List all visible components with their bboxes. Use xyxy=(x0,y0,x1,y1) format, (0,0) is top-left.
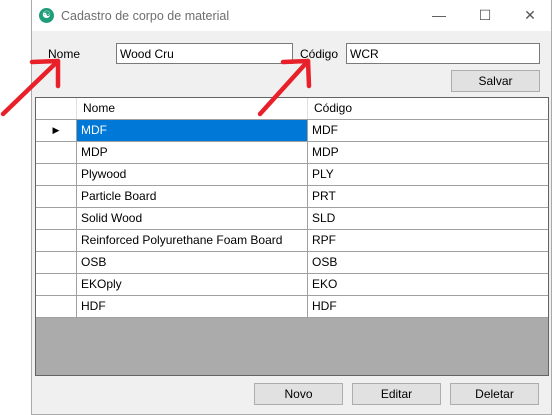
cell-code[interactable]: MDF xyxy=(308,120,548,142)
edit-button[interactable]: Editar xyxy=(352,383,441,405)
cell-name[interactable]: OSB xyxy=(77,252,308,274)
close-icon[interactable]: ✕ xyxy=(507,0,552,31)
cell-name[interactable]: Reinforced Polyurethane Foam Board xyxy=(77,230,308,252)
table-row[interactable]: ▶ MDF MDF xyxy=(36,120,548,142)
table-row[interactable]: Particle Board PRT xyxy=(36,186,548,208)
current-row-arrow-icon: ▶ xyxy=(36,120,77,142)
row-header[interactable] xyxy=(36,274,77,296)
row-header[interactable] xyxy=(36,296,77,318)
table-row[interactable]: MDP MDP xyxy=(36,142,548,164)
table-row[interactable]: Plywood PLY xyxy=(36,164,548,186)
row-header[interactable] xyxy=(36,252,77,274)
title-bar: ☯ Cadastro de corpo de material — ☐ ✕ xyxy=(32,0,551,31)
cell-code[interactable]: RPF xyxy=(308,230,548,252)
delete-button[interactable]: Deletar xyxy=(450,383,539,405)
name-field[interactable] xyxy=(116,43,293,64)
row-header[interactable] xyxy=(36,208,77,230)
cell-code[interactable]: OSB xyxy=(308,252,548,274)
column-header-code[interactable]: Código xyxy=(308,98,548,119)
cell-code[interactable]: HDF xyxy=(308,296,548,318)
row-header[interactable] xyxy=(36,230,77,252)
table-row[interactable]: Reinforced Polyurethane Foam Board RPF xyxy=(36,230,548,252)
window-title: Cadastro de corpo de material xyxy=(61,9,230,23)
materials-grid[interactable]: Nome Código ▶ MDF MDF MDP MDP Plywood PL… xyxy=(35,97,549,376)
code-field[interactable] xyxy=(346,43,540,64)
app-logo-icon: ☯ xyxy=(39,8,54,23)
cell-name[interactable]: Particle Board xyxy=(77,186,308,208)
cell-name[interactable]: Plywood xyxy=(77,164,308,186)
cell-name[interactable]: MDF xyxy=(77,120,308,142)
table-row[interactable]: HDF HDF xyxy=(36,296,548,318)
save-button[interactable]: Salvar xyxy=(451,70,540,92)
name-label: Nome xyxy=(48,47,81,61)
row-header[interactable] xyxy=(36,186,77,208)
table-row[interactable]: OSB OSB xyxy=(36,252,548,274)
new-button[interactable]: Novo xyxy=(254,383,343,405)
cell-code[interactable]: MDP xyxy=(308,142,548,164)
cell-name[interactable]: MDP xyxy=(77,142,308,164)
cell-name[interactable]: EKOply xyxy=(77,274,308,296)
code-label: Código xyxy=(300,47,339,61)
row-header[interactable] xyxy=(36,142,77,164)
table-row[interactable]: Solid Wood SLD xyxy=(36,208,548,230)
cell-code[interactable]: SLD xyxy=(308,208,548,230)
cell-name[interactable]: HDF xyxy=(77,296,308,318)
minimize-icon[interactable]: — xyxy=(416,0,462,31)
app-window: ☯ Cadastro de corpo de material — ☐ ✕ No… xyxy=(31,0,552,415)
table-row[interactable]: EKOply EKO xyxy=(36,274,548,296)
grid-header: Nome Código xyxy=(36,98,548,120)
row-header[interactable] xyxy=(36,164,77,186)
cell-code[interactable]: EKO xyxy=(308,274,548,296)
cell-code[interactable]: PLY xyxy=(308,164,548,186)
cell-name[interactable]: Solid Wood xyxy=(77,208,308,230)
maximize-icon[interactable]: ☐ xyxy=(462,0,508,31)
cell-code[interactable]: PRT xyxy=(308,186,548,208)
column-header-name[interactable]: Nome xyxy=(77,98,308,119)
row-header-corner xyxy=(36,98,77,119)
